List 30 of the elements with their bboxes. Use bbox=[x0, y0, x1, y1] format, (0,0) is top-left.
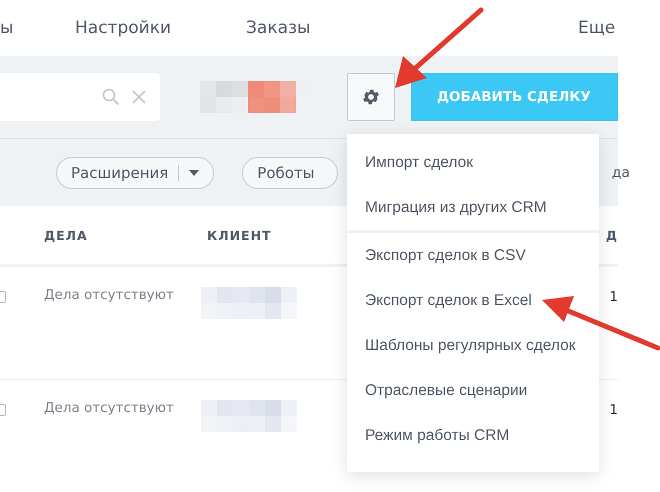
table-cell-text: 1 bbox=[609, 288, 618, 305]
menu-item[interactable]: Экспорт сделок в Excel bbox=[347, 278, 599, 323]
checkbox[interactable] bbox=[0, 291, 6, 303]
search-field[interactable] bbox=[0, 73, 160, 121]
caret-icon bbox=[189, 170, 200, 176]
menu-item[interactable]: Режим работы CRM bbox=[347, 413, 599, 458]
menu-item[interactable]: Миграция из других CRM bbox=[347, 185, 599, 230]
nav-item[interactable]: ы bbox=[0, 18, 75, 38]
table-cell-text: 1 bbox=[609, 401, 618, 418]
menu-item[interactable]: Шаблоны регулярных сделок bbox=[347, 323, 599, 368]
filter-label: да bbox=[612, 164, 630, 180]
button-label: Расширения bbox=[71, 164, 168, 182]
search-icon bbox=[102, 88, 120, 106]
column-header[interactable]: КЛИЕНТ bbox=[207, 228, 272, 242]
menu-item[interactable]: Импорт сделок bbox=[347, 140, 599, 185]
column-header[interactable]: ДЕЛА bbox=[44, 228, 207, 242]
nav-item[interactable]: Еще bbox=[578, 18, 618, 38]
robots-button[interactable]: Роботы bbox=[242, 156, 338, 188]
table-cell-text: Дела отсутствуют bbox=[44, 287, 175, 303]
close-icon[interactable] bbox=[132, 90, 146, 104]
nav-item[interactable]: Заказы bbox=[246, 18, 578, 38]
table-cell-text: Дела отсутствуют bbox=[44, 400, 175, 416]
settings-icon bbox=[361, 87, 381, 107]
checkbox[interactable] bbox=[0, 404, 6, 416]
column-header[interactable]: Д bbox=[606, 228, 618, 242]
extensions-button[interactable]: Расширения bbox=[56, 156, 214, 188]
menu-item[interactable]: Отраслевые сценарии bbox=[347, 368, 599, 413]
nav-item[interactable]: Настройки bbox=[75, 18, 246, 38]
menu-item[interactable]: Экспорт сделок в CSV bbox=[347, 233, 599, 278]
settings-button[interactable] bbox=[347, 73, 395, 121]
